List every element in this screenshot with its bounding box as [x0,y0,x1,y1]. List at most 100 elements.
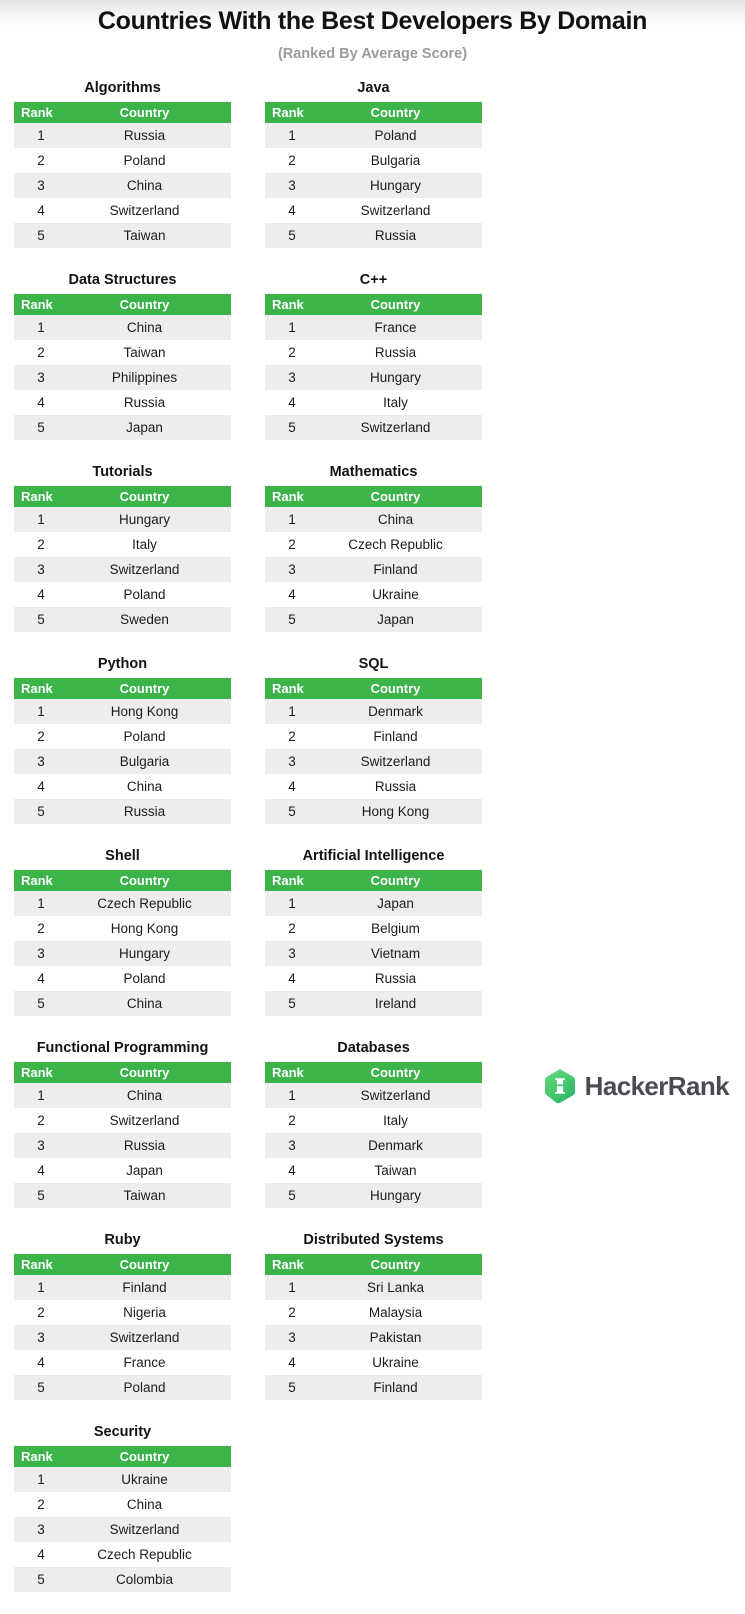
cell-rank: 1 [14,315,76,340]
domain-title: Distributed Systems [303,1232,444,1248]
cell-country: Switzerland [327,749,482,774]
table-row: 4 Poland [14,582,231,607]
cell-rank: 1 [14,699,76,724]
cell-rank: 4 [14,1350,76,1375]
table-row: 1 Denmark [265,699,482,724]
table-row: 2 Poland [14,148,231,173]
table-row: 3 Hungary [265,365,482,390]
table-header-row: Rank Country [265,678,482,699]
table-row: 3 Hungary [14,941,231,966]
hackerrank-logo[interactable]: HackerRank [542,1068,730,1104]
cell-country: Japan [327,607,482,632]
cell-rank: 3 [265,557,327,582]
cell-rank: 2 [265,724,327,749]
cell-rank: 3 [14,749,76,774]
table-row: 2 Hong Kong [14,916,231,941]
cell-country: China [76,1492,231,1517]
column-header-rank: Rank [14,1446,76,1467]
cell-country: Japan [76,1158,231,1183]
cell-country: Ukraine [327,1350,482,1375]
cell-country: Poland [76,148,231,173]
table-row: 1 Hungary [14,507,231,532]
column-header-rank: Rank [14,870,76,891]
table-header-row: Rank Country [14,102,231,123]
cell-rank: 4 [265,198,327,223]
domain-title: Tutorials [92,464,153,480]
table-row: 3 Switzerland [265,749,482,774]
cell-rank: 2 [14,916,76,941]
column-header-rank: Rank [14,678,76,699]
table-row: 4 Ukraine [265,1350,482,1375]
table-row: 4 Poland [14,966,231,991]
column-header-country: Country [327,678,482,699]
rank-table: Rank Country 1 Hong Kong 2 Poland 3 Bulgaria 4 Ch… [14,678,231,824]
column-header-rank: Rank [265,870,327,891]
domain-panel: Ruby Rank Country 1 Finland 2 Nigeria 3 Switzerl… [14,1230,231,1400]
cell-rank: 2 [265,532,327,557]
cell-rank: 1 [265,123,327,148]
table-row: 5 Taiwan [14,223,231,248]
cell-rank: 4 [14,198,76,223]
cell-rank: 5 [14,607,76,632]
cell-rank: 5 [14,1567,76,1592]
table-row: 1 Hong Kong [14,699,231,724]
domain-title: Functional Programming [36,1040,209,1056]
cell-rank: 5 [14,1375,76,1400]
table-row: 4 Switzerland [265,198,482,223]
rank-table: Rank Country 1 Sri Lanka 2 Malaysia 3 Pakistan 4… [265,1254,482,1400]
rank-table: Rank Country 1 Czech Republic 2 Hong Kong 3 Hun… [14,870,231,1016]
table-row: 3 Denmark [265,1133,482,1158]
domain-title: Security [93,1424,152,1440]
column-header-country: Country [76,294,231,315]
cell-country: Poland [76,966,231,991]
table-header-row: Rank Country [265,486,482,507]
cell-rank: 5 [265,799,327,824]
cell-country: Ukraine [327,582,482,607]
cell-country: Japan [76,415,231,440]
cell-country: Ireland [327,991,482,1016]
table-row: 3 Pakistan [265,1325,482,1350]
table-row: 1 China [265,507,482,532]
column-header-country: Country [327,486,482,507]
cell-country: Hungary [76,507,231,532]
cell-country: Poland [76,724,231,749]
cell-country: Czech Republic [76,891,231,916]
domain-title: Shell [105,848,140,864]
cell-country: Switzerland [327,198,482,223]
table-row: 4 Japan [14,1158,231,1183]
table-row: 2 Italy [14,532,231,557]
table-row: 4 Ukraine [265,582,482,607]
cell-rank: 4 [265,774,327,799]
table-header-row: Rank Country [265,870,482,891]
table-row: 3 Switzerland [14,1517,231,1542]
table-row: 4 Czech Republic [14,1542,231,1567]
table-row: 4 France [14,1350,231,1375]
rank-table: Rank Country 1 France 2 Russia 3 Hungary 4 Italy 5… [265,294,482,440]
cell-country: Denmark [327,1133,482,1158]
cell-country: Switzerland [76,557,231,582]
hackerrank-hexagon-icon [544,1069,575,1104]
table-row: 5 Ireland [265,991,482,1016]
cell-rank: 5 [265,1183,327,1208]
cell-country: China [76,315,231,340]
cell-country: Russia [76,390,231,415]
cell-rank: 5 [265,607,327,632]
column-header-country: Country [327,870,482,891]
table-header-row: Rank Country [14,294,231,315]
header: Countries With the Best Developers By Do… [0,0,745,63]
cell-country: Poland [327,123,482,148]
cell-rank: 4 [14,390,76,415]
domain-title: Artificial Intelligence [302,848,445,864]
cell-rank: 3 [14,1517,76,1542]
cell-country: Czech Republic [76,1542,231,1567]
cell-rank: 1 [265,315,327,340]
table-row: 3 Russia [14,1133,231,1158]
domain-title: SQL [358,656,389,672]
rank-table: Rank Country 1 Hungary 2 Italy 3 Switzerland 4 Po… [14,486,231,632]
column-header-country: Country [327,294,482,315]
table-row: 1 Japan [265,891,482,916]
cell-country: Switzerland [327,415,482,440]
table-row: 2 Finland [265,724,482,749]
table-row: 4 Russia [265,966,482,991]
table-header-row: Rank Country [14,678,231,699]
